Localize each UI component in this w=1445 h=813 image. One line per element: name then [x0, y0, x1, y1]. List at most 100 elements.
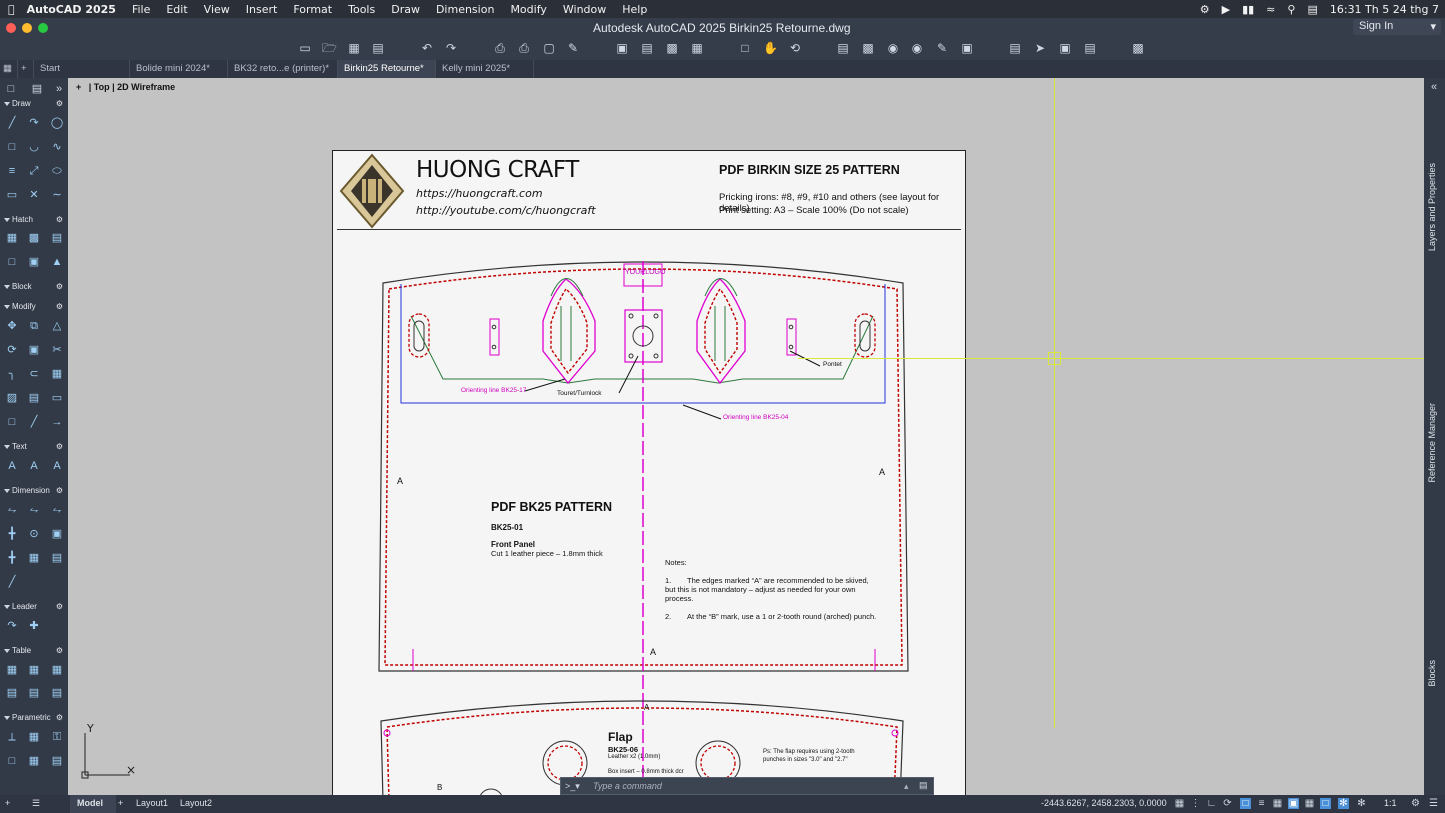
- gear-icon[interactable]: ⚙: [56, 213, 63, 227]
- gear-icon[interactable]: ⚙: [56, 711, 63, 725]
- gradient-icon[interactable]: ▩: [27, 231, 41, 245]
- gear-icon[interactable]: ⚙: [56, 97, 63, 111]
- rectangle-icon[interactable]: □: [5, 140, 19, 154]
- tab-kelly-mini[interactable]: Kelly mini 2025*: [436, 60, 534, 78]
- multileader-icon[interactable]: ↷: [5, 619, 19, 633]
- section-hatch[interactable]: Hatch ⚙: [0, 213, 68, 227]
- gear-icon[interactable]: ⚙: [56, 300, 63, 314]
- erase-icon[interactable]: □: [5, 415, 19, 429]
- ellipse-icon[interactable]: ⬭: [50, 164, 64, 178]
- selection-cycling-icon[interactable]: ▣: [1288, 798, 1299, 809]
- palette-toggle-icon[interactable]: □: [4, 82, 18, 96]
- stretch-icon[interactable]: ▤: [27, 391, 41, 405]
- dim-baseline-icon[interactable]: ╋: [5, 527, 19, 541]
- visual-styles-icon[interactable]: ◉: [910, 41, 924, 55]
- section-text[interactable]: Text ⚙: [0, 440, 68, 454]
- app-menu[interactable]: AutoCAD 2025: [23, 3, 124, 16]
- mirror-icon[interactable]: △: [50, 319, 64, 333]
- tab-birkin25-retourne[interactable]: Birkin25 Retourne*: [338, 60, 436, 78]
- add-layout-icon[interactable]: +: [118, 798, 123, 808]
- redo-icon[interactable]: ↷: [444, 41, 458, 55]
- command-history-icon[interactable]: >_▾: [565, 781, 580, 792]
- move-icon[interactable]: ✥: [5, 319, 19, 333]
- section-table[interactable]: Table ⚙: [0, 644, 68, 658]
- plot-icon[interactable]: ⎙: [493, 41, 507, 55]
- mtext-icon[interactable]: A: [5, 459, 19, 473]
- save-as-icon[interactable]: ▤: [371, 41, 385, 55]
- table-icon[interactable]: ▦: [5, 663, 19, 677]
- arc-icon[interactable]: ◡: [27, 140, 41, 154]
- text-style-icon[interactable]: A: [50, 459, 64, 473]
- ray-icon[interactable]: ✕: [27, 188, 41, 202]
- section-draw[interactable]: Draw ⚙: [0, 97, 68, 111]
- match-properties-icon[interactable]: ✎: [935, 41, 949, 55]
- dim-quick-icon[interactable]: ╱: [5, 575, 19, 589]
- rotate-icon[interactable]: ⟳: [5, 343, 19, 357]
- region-icon[interactable]: ▭: [5, 188, 19, 202]
- design-center-icon[interactable]: ▩: [665, 41, 679, 55]
- dim-ordinate-icon[interactable]: ▣: [50, 527, 64, 541]
- share-icon[interactable]: ➤: [1033, 41, 1047, 55]
- dim-continue-icon[interactable]: ╋: [5, 551, 19, 565]
- collapse-icon[interactable]: «: [1427, 80, 1441, 94]
- transparency-icon[interactable]: ▦: [1272, 798, 1283, 809]
- chevron-up-icon[interactable]: ▴: [904, 781, 909, 792]
- table-link-icon[interactable]: ▦: [50, 663, 64, 677]
- cursor-coordinates[interactable]: -2443.6267, 2458.2303, 0.0000: [1041, 798, 1167, 808]
- tab-layout1[interactable]: Layout1: [136, 798, 168, 808]
- gear-icon[interactable]: ⚙: [56, 600, 63, 614]
- section-block[interactable]: Block ⚙: [0, 280, 68, 294]
- insert-image-icon[interactable]: ▲: [50, 255, 64, 269]
- undo-icon[interactable]: ↶: [420, 41, 434, 55]
- break-icon[interactable]: ╱: [27, 415, 41, 429]
- section-dimension[interactable]: Dimension ⚙: [0, 484, 68, 498]
- hatch-icon[interactable]: ▦: [5, 231, 19, 245]
- workspace-icon[interactable]: ⚙: [1410, 798, 1421, 809]
- block-editor-icon[interactable]: ▩: [861, 41, 875, 55]
- constraint-fix-icon[interactable]: □: [5, 754, 19, 768]
- polyline-icon[interactable]: ↷: [27, 116, 41, 130]
- menu-insert[interactable]: Insert: [238, 3, 286, 16]
- apple-icon[interactable]: : [0, 3, 23, 16]
- drawing-viewport[interactable]: + | Top | 2D Wireframe HUONG CRAFT https…: [68, 78, 1424, 795]
- battery-icon[interactable]: ▮▮: [1242, 3, 1254, 16]
- lineweight-icon[interactable]: ≡: [1256, 798, 1267, 809]
- render-icon[interactable]: ◉: [886, 41, 900, 55]
- menu-edit[interactable]: Edit: [158, 3, 195, 16]
- explode-icon[interactable]: ▨: [5, 391, 19, 405]
- ortho-icon[interactable]: ∟: [1206, 798, 1217, 809]
- section-parametric[interactable]: Parametric ⚙: [0, 711, 68, 725]
- line-icon[interactable]: ╱: [5, 116, 19, 130]
- boundary-icon[interactable]: ▤: [50, 231, 64, 245]
- markup-icon[interactable]: ▣: [1058, 41, 1072, 55]
- dim-radius-icon[interactable]: ⊙: [27, 527, 41, 541]
- batch-plot-icon[interactable]: ⎙: [517, 41, 531, 55]
- object-snap-icon[interactable]: □: [1240, 798, 1251, 809]
- menu-dimension[interactable]: Dimension: [428, 3, 502, 16]
- annotation-scale[interactable]: 1:1: [1384, 798, 1397, 808]
- join-icon[interactable]: →: [50, 415, 64, 429]
- add-leader-icon[interactable]: ✚: [27, 619, 41, 633]
- close-window-button[interactable]: [6, 23, 16, 33]
- dim-center-icon[interactable]: ▦: [27, 551, 41, 565]
- 3d-osnap-icon[interactable]: ▦: [1304, 798, 1315, 809]
- xref-icon[interactable]: ▣: [615, 41, 629, 55]
- array-icon[interactable]: ▦: [50, 367, 64, 381]
- command-line[interactable]: >_▾ Type a command ▴ ▤: [560, 777, 934, 795]
- open-folder-icon[interactable]: 🗁: [322, 41, 337, 55]
- extend-icon[interactable]: ▭: [50, 391, 64, 405]
- command-input[interactable]: Type a command: [593, 781, 662, 791]
- dynamic-ucs-icon[interactable]: □: [1320, 798, 1331, 809]
- orbit-icon[interactable]: ⟲: [788, 41, 802, 55]
- gear-icon[interactable]: ⚙: [56, 484, 63, 498]
- gear-icon[interactable]: ⚙: [56, 644, 63, 658]
- grid-icon[interactable]: ▦: [0, 60, 18, 78]
- scale-icon[interactable]: ▣: [27, 343, 41, 357]
- menu-view[interactable]: View: [196, 3, 238, 16]
- menu-format[interactable]: Format: [285, 3, 340, 16]
- viewport-controls[interactable]: + | Top | 2D Wireframe: [76, 82, 175, 92]
- data-extract-icon[interactable]: ▤: [5, 686, 19, 700]
- constraint-perpendicular-icon[interactable]: ⟂: [5, 730, 19, 744]
- tab-model[interactable]: Model: [70, 795, 116, 813]
- copy-icon[interactable]: ⧉: [27, 319, 41, 333]
